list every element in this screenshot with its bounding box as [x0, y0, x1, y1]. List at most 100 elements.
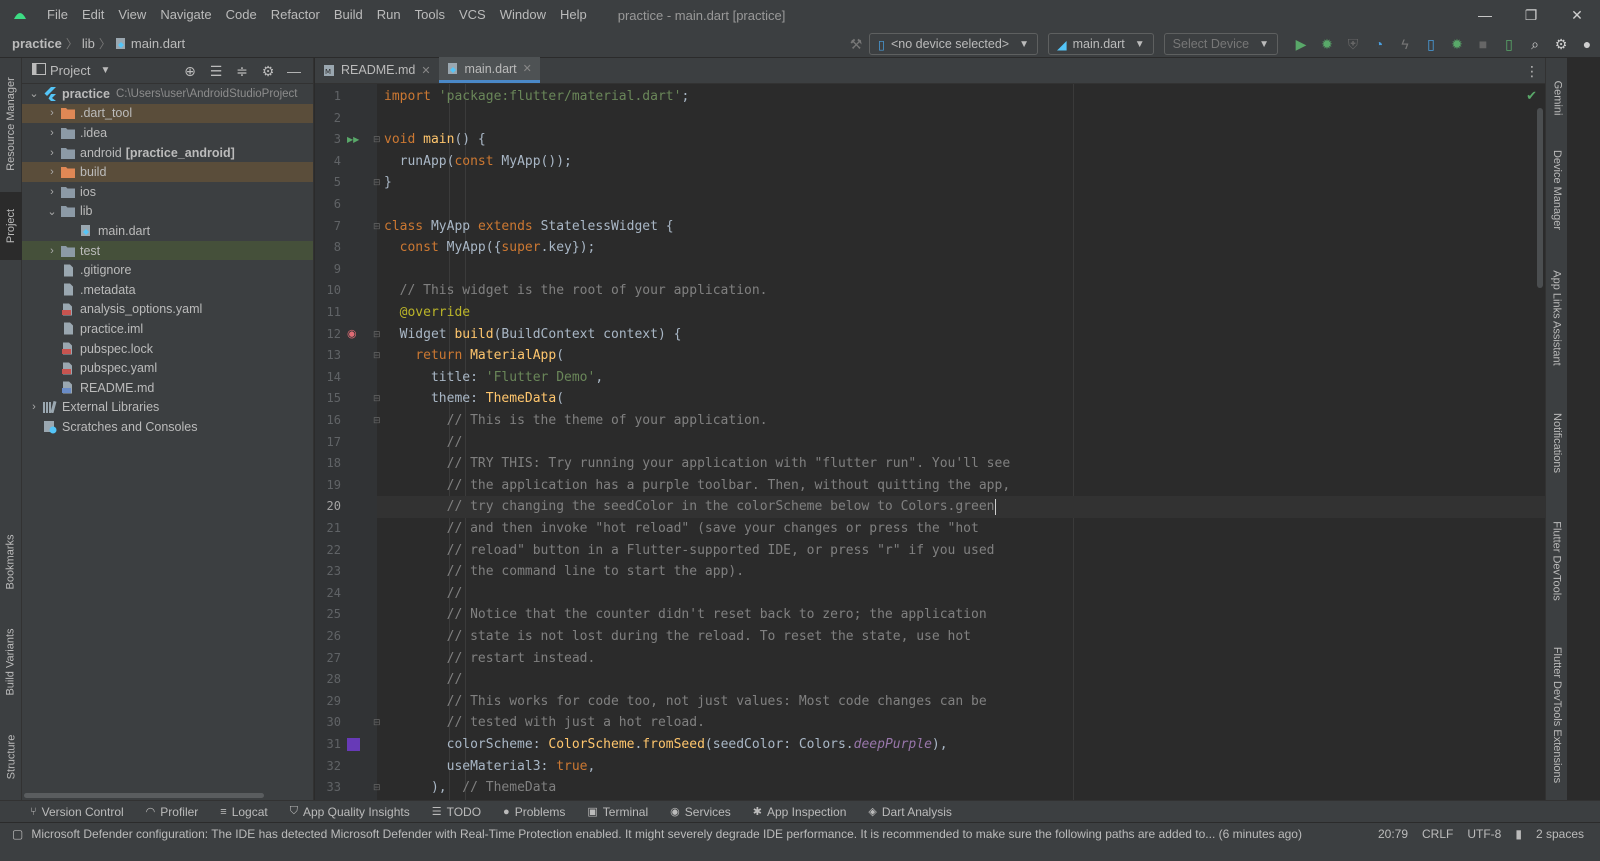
- code-line[interactable]: // This widget is the root of your appli…: [377, 280, 1545, 302]
- line-number[interactable]: 13: [315, 345, 341, 367]
- line-number[interactable]: 25: [315, 604, 341, 626]
- close-tab-icon[interactable]: ✕: [523, 62, 532, 75]
- code-line[interactable]: // restart instead.: [377, 648, 1545, 670]
- line-number[interactable]: 24: [315, 583, 341, 605]
- line-separator[interactable]: CRLF: [1422, 827, 1453, 841]
- run-config-selector[interactable]: ◢ main.dart ▼: [1048, 33, 1154, 55]
- tree-item[interactable]: ⌄ lib: [22, 202, 313, 222]
- chevron-down-icon[interactable]: ▼: [100, 65, 110, 76]
- project-panel-title[interactable]: Project: [50, 63, 90, 78]
- tab-build-variants[interactable]: Build Variants: [0, 616, 22, 708]
- line-number[interactable]: 3: [315, 129, 341, 151]
- scrollbar-thumb[interactable]: [24, 793, 264, 798]
- line-number[interactable]: 30: [315, 712, 341, 734]
- options-gear-icon[interactable]: ⚙: [255, 63, 281, 80]
- menu-run[interactable]: Run: [370, 0, 408, 30]
- code-area[interactable]: import 'package:flutter/material.dart'; v…: [377, 84, 1545, 800]
- line-number[interactable]: 8: [315, 237, 341, 259]
- code-line[interactable]: // the application has a purple toolbar.…: [377, 475, 1545, 497]
- chevron-right-icon[interactable]: ›: [26, 401, 42, 413]
- stop-icon[interactable]: ■: [1470, 31, 1496, 57]
- line-number[interactable]: 12: [315, 324, 341, 346]
- chevron-down-icon[interactable]: ⌄: [26, 87, 42, 100]
- override-marker-icon[interactable]: ◉: [347, 324, 357, 346]
- code-line[interactable]: Widget build(BuildContext context) {: [377, 324, 1545, 346]
- line-number[interactable]: 11: [315, 302, 341, 324]
- code-line[interactable]: // tested with just a hot reload.: [377, 712, 1545, 734]
- line-number[interactable]: 26: [315, 626, 341, 648]
- device-manager-icon[interactable]: ▯: [1496, 31, 1522, 57]
- line-number[interactable]: 14: [315, 367, 341, 389]
- menu-help[interactable]: Help: [553, 0, 594, 30]
- code-line[interactable]: class MyApp extends StatelessWidget {: [377, 216, 1545, 238]
- line-number[interactable]: 21: [315, 518, 341, 540]
- code-line[interactable]: @override: [377, 302, 1545, 324]
- code-line[interactable]: // state is not lost during the reload. …: [377, 626, 1545, 648]
- tab-resource-manager[interactable]: Resource Manager: [0, 64, 22, 184]
- status-message[interactable]: Microsoft Defender configuration: The ID…: [31, 827, 1321, 841]
- tool-version-control[interactable]: ⑂ Version Control: [30, 805, 124, 819]
- tree-item[interactable]: ⌄ practice C:\Users\user\AndroidStudioProj…: [22, 84, 313, 104]
- code-line[interactable]: useMaterial3: true,: [377, 756, 1545, 778]
- code-line[interactable]: //: [377, 432, 1545, 454]
- tree-item[interactable]: › .dart_tool: [22, 103, 313, 124]
- tool-problems[interactable]: ● Problems: [503, 805, 565, 819]
- tree-item[interactable]: › External Libraries: [22, 398, 313, 418]
- tab-flutter-devtools[interactable]: Flutter DevTools: [1546, 506, 1568, 616]
- apply-changes-icon[interactable]: ▯: [1418, 31, 1444, 57]
- code-line[interactable]: import 'package:flutter/material.dart';: [377, 86, 1545, 108]
- line-number[interactable]: 19: [315, 475, 341, 497]
- tool-services[interactable]: ◉ Services: [670, 805, 731, 819]
- tool-app-inspection[interactable]: ✱ App Inspection: [753, 805, 847, 819]
- more-options-icon[interactable]: ⋮: [1525, 63, 1539, 80]
- chevron-right-icon[interactable]: ›: [44, 147, 60, 159]
- menu-build[interactable]: Build: [327, 0, 370, 30]
- menu-navigate[interactable]: Navigate: [153, 0, 218, 30]
- horizontal-scrollbar[interactable]: [22, 790, 313, 800]
- menu-refactor[interactable]: Refactor: [264, 0, 327, 30]
- line-number[interactable]: 17: [315, 432, 341, 454]
- lock-icon[interactable]: ▮: [1515, 827, 1522, 841]
- line-number[interactable]: 6: [315, 194, 341, 216]
- layout-toggle-icon[interactable]: ▢: [12, 827, 23, 841]
- line-number[interactable]: 16: [315, 410, 341, 432]
- code-line[interactable]: //: [377, 669, 1545, 691]
- line-number[interactable]: 4: [315, 151, 341, 173]
- tab-flutter-devtools-extensions[interactable]: Flutter DevTools Extensions: [1546, 630, 1568, 800]
- tab-gemini[interactable]: Gemini: [1546, 66, 1568, 130]
- tree-item[interactable]: › test: [22, 240, 313, 261]
- menu-file[interactable]: File: [40, 0, 75, 30]
- line-number[interactable]: 18: [315, 453, 341, 475]
- tree-item[interactable]: Scratches and Consoles: [22, 417, 313, 437]
- line-number[interactable]: 2: [315, 108, 341, 130]
- line-number[interactable]: 28: [315, 669, 341, 691]
- code-line[interactable]: void main() {: [377, 129, 1545, 151]
- code-line[interactable]: // try changing the seedColor in the col…: [377, 496, 1545, 518]
- code-line[interactable]: // the command line to start the app).: [377, 561, 1545, 583]
- debug-icon[interactable]: ✹: [1314, 31, 1340, 57]
- line-number[interactable]: 33: [315, 777, 341, 799]
- line-number[interactable]: 5: [315, 172, 341, 194]
- tool-logcat[interactable]: ≡ Logcat: [220, 805, 267, 819]
- color-swatch-icon[interactable]: [347, 738, 360, 751]
- collapse-all-icon[interactable]: ≑: [229, 63, 255, 80]
- tab-device-manager[interactable]: Device Manager: [1546, 140, 1568, 240]
- tree-item[interactable]: README.md: [22, 378, 313, 398]
- code-line[interactable]: // and then invoke "hot reload" (save yo…: [377, 518, 1545, 540]
- tree-item[interactable]: analysis_options.yaml: [22, 300, 313, 320]
- chevron-right-icon[interactable]: ›: [44, 127, 60, 139]
- coverage-icon[interactable]: ⛨: [1340, 31, 1366, 57]
- code-line[interactable]: //: [377, 583, 1545, 605]
- tab-bookmarks[interactable]: Bookmarks: [0, 520, 22, 604]
- scrollbar-thumb[interactable]: [1537, 108, 1543, 288]
- code-line[interactable]: // reload" button in a Flutter-supported…: [377, 540, 1545, 562]
- minimize-button[interactable]: —: [1462, 0, 1508, 30]
- settings-gear-icon[interactable]: ⚙: [1548, 31, 1574, 57]
- hide-panel-icon[interactable]: —: [281, 63, 307, 79]
- breadcrumb-project[interactable]: practice: [0, 36, 62, 51]
- tab-structure[interactable]: Structure: [0, 722, 22, 792]
- breadcrumb-folder[interactable]: lib: [82, 36, 95, 51]
- indent-setting[interactable]: 2 spaces: [1536, 827, 1584, 841]
- locate-file-icon[interactable]: ⊕: [177, 63, 203, 80]
- expand-all-icon[interactable]: ☰: [203, 63, 229, 80]
